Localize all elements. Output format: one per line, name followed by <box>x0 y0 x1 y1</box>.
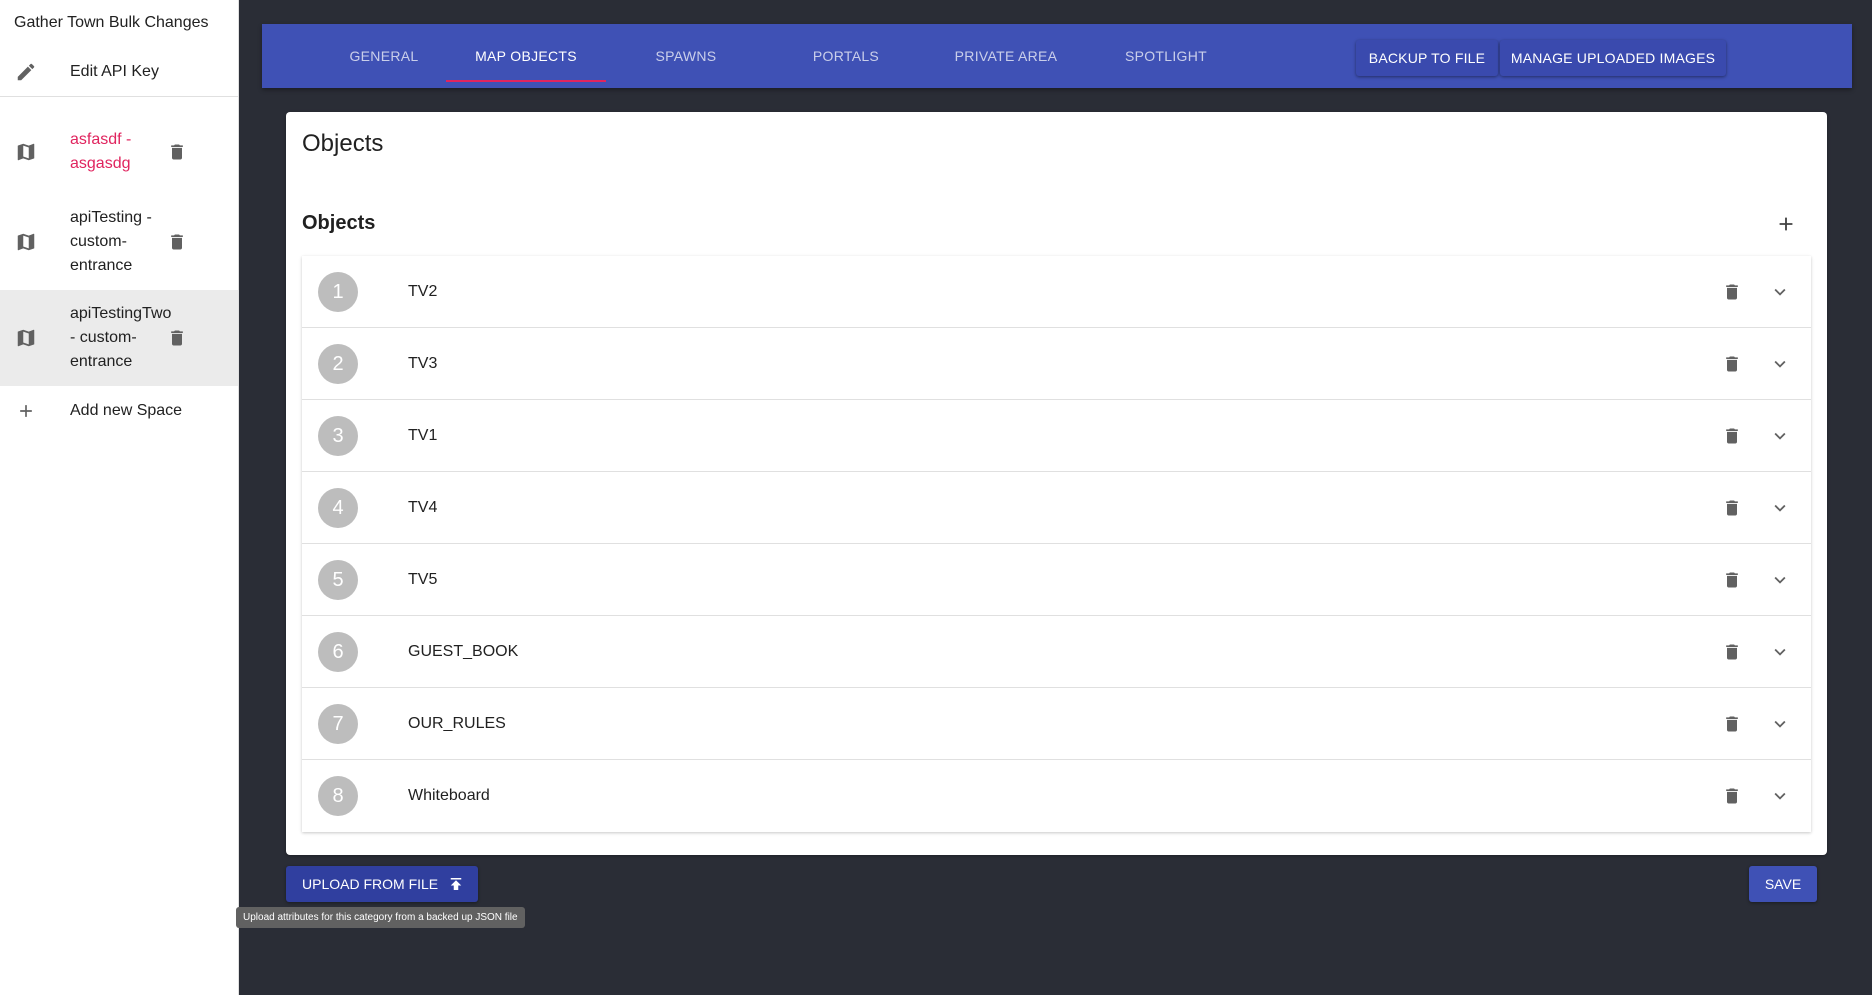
edit-api-key-item[interactable]: Edit API Key <box>0 47 238 97</box>
active-tab-indicator <box>446 80 606 82</box>
object-name: OUR_RULES <box>408 715 506 732</box>
sidebar: Gather Town Bulk Changes Edit API Key as… <box>0 0 239 995</box>
add-object-button[interactable] <box>1772 210 1800 238</box>
trash-icon[interactable] <box>165 140 189 164</box>
chevron-down-icon[interactable] <box>1768 640 1792 664</box>
tab-spotlight[interactable]: SPOTLIGHT <box>1086 24 1246 88</box>
chevron-down-icon[interactable] <box>1768 424 1792 448</box>
pencil-icon <box>14 60 38 84</box>
trash-icon[interactable] <box>1720 424 1744 448</box>
plus-icon <box>1775 213 1797 235</box>
trash-icon[interactable] <box>1720 640 1744 664</box>
trash-icon[interactable] <box>1720 352 1744 376</box>
sidebar-space-item[interactable]: apiTesting - custom-entrance <box>0 194 238 290</box>
tab-label: PORTALS <box>812 48 880 64</box>
trash-icon[interactable] <box>1720 568 1744 592</box>
object-number-avatar: 1 <box>318 272 358 312</box>
object-number-avatar: 3 <box>318 416 358 456</box>
map-icon <box>14 140 38 164</box>
space-label: apiTesting - custom-entrance <box>70 209 152 274</box>
object-row[interactable]: 4 TV4 <box>302 472 1811 544</box>
object-row[interactable]: 8 Whiteboard <box>302 760 1811 832</box>
object-name: TV2 <box>408 283 438 300</box>
tab-label: MAP OBJECTS <box>475 48 577 64</box>
top-nav-bar: GENERAL MAP OBJECTS SPAWNS PORTALS PRIVA… <box>262 24 1852 88</box>
tab-label: GENERAL <box>349 48 419 64</box>
object-number-avatar: 5 <box>318 560 358 600</box>
chevron-down-icon[interactable] <box>1768 280 1792 304</box>
trash-icon[interactable] <box>165 230 189 254</box>
app-title: Gather Town Bulk Changes <box>14 14 209 31</box>
tab-label: SPAWNS <box>655 48 717 64</box>
objects-section-title: Objects <box>302 212 376 234</box>
chevron-down-icon[interactable] <box>1768 784 1792 808</box>
object-number-avatar: 7 <box>318 704 358 744</box>
map-icon <box>14 230 38 254</box>
upload-button-label: UPLOAD FROM FILE <box>302 876 439 892</box>
object-row[interactable]: 3 TV1 <box>302 400 1811 472</box>
tab-spawns[interactable]: SPAWNS <box>606 24 766 88</box>
trash-icon[interactable] <box>1720 280 1744 304</box>
objects-card: Objects Objects 1 TV2 2 TV3 3 TV1 4 TV4 <box>286 112 1827 855</box>
trash-icon[interactable] <box>1720 496 1744 520</box>
space-label: apiTestingTwo - custom-entrance <box>70 305 172 370</box>
card-title: Objects <box>302 130 384 157</box>
plus-icon <box>14 399 38 423</box>
backup-to-file-button[interactable]: BACKUP TO FILE <box>1356 40 1498 76</box>
object-number-avatar: 2 <box>318 344 358 384</box>
map-icon <box>14 326 38 350</box>
objects-list: 1 TV2 2 TV3 3 TV1 4 TV4 5 TV5 6 GUEST_BO… <box>302 256 1811 832</box>
object-number-avatar: 4 <box>318 488 358 528</box>
tab-label: SPOTLIGHT <box>1124 48 1208 64</box>
chevron-down-icon[interactable] <box>1768 496 1792 520</box>
space-label: asfasdf - asgasdg <box>70 130 132 172</box>
upload-from-file-button[interactable]: UPLOAD FROM FILE <box>286 866 478 902</box>
tab-map-objects[interactable]: MAP OBJECTS <box>446 24 606 88</box>
object-name: TV1 <box>408 427 438 444</box>
upload-icon <box>446 874 466 894</box>
chevron-down-icon[interactable] <box>1768 712 1792 736</box>
tab-label: PRIVATE AREA <box>954 48 1058 64</box>
trash-icon[interactable] <box>1720 784 1744 808</box>
trash-icon[interactable] <box>1720 712 1744 736</box>
object-number-avatar: 6 <box>318 632 358 672</box>
chevron-down-icon[interactable] <box>1768 568 1792 592</box>
object-row[interactable]: 5 TV5 <box>302 544 1811 616</box>
upload-tooltip: Upload attributes for this category from… <box>236 907 525 928</box>
sidebar-space-item[interactable]: asfasdf - asgasdg <box>0 109 238 194</box>
object-row[interactable]: 7 OUR_RULES <box>302 688 1811 760</box>
object-name: TV3 <box>408 355 438 372</box>
save-button[interactable]: SAVE <box>1749 866 1817 902</box>
manage-uploaded-images-button[interactable]: MANAGE UPLOADED IMAGES <box>1500 40 1726 76</box>
object-name: TV5 <box>408 571 438 588</box>
edit-api-key-label: Edit API Key <box>70 62 159 80</box>
sidebar-space-item[interactable]: apiTestingTwo - custom-entrance <box>0 290 238 386</box>
add-new-space-label: Add new Space <box>70 402 183 419</box>
object-number-avatar: 8 <box>318 776 358 816</box>
object-row[interactable]: 2 TV3 <box>302 328 1811 400</box>
object-row[interactable]: 1 TV2 <box>302 256 1811 328</box>
object-name: Whiteboard <box>408 787 490 804</box>
tab-general[interactable]: GENERAL <box>304 24 464 88</box>
trash-icon[interactable] <box>165 326 189 350</box>
chevron-down-icon[interactable] <box>1768 352 1792 376</box>
object-name: GUEST_BOOK <box>408 643 519 660</box>
tab-portals[interactable]: PORTALS <box>766 24 926 88</box>
object-name: TV4 <box>408 499 438 516</box>
add-new-space-item[interactable]: Add new Space <box>0 386 238 436</box>
tab-private-area[interactable]: PRIVATE AREA <box>926 24 1086 88</box>
object-row[interactable]: 6 GUEST_BOOK <box>302 616 1811 688</box>
